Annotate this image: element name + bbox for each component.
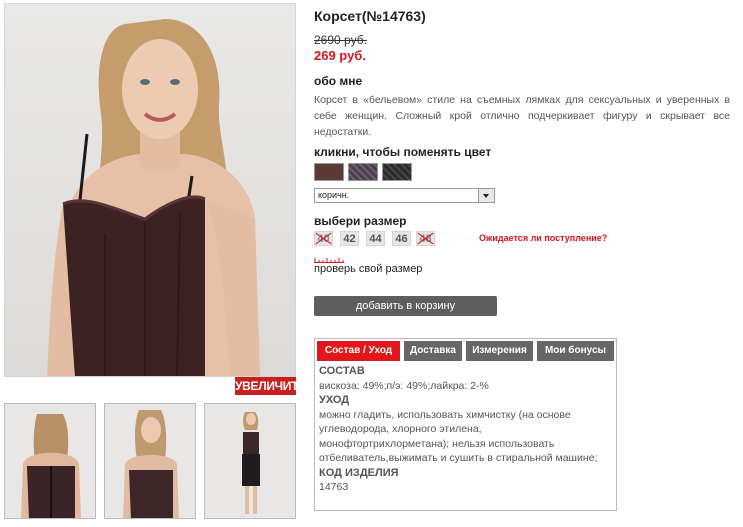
thumbnail-front-view[interactable] xyxy=(104,403,196,519)
tab-measurements[interactable]: Измерения xyxy=(466,341,533,361)
composition-heading: СОСТАВ xyxy=(319,365,365,377)
new-price: 269 руб. xyxy=(314,48,366,63)
color-heading: кликни, чтобы поменять цвет xyxy=(314,145,492,159)
composition-text: вискоза: 49%;п/э: 49%;лайкра: 2-% xyxy=(319,379,489,392)
size-option-46[interactable]: 46 xyxy=(392,231,411,246)
tab-my-bonuses[interactable]: Мои бонусы xyxy=(537,341,614,361)
product-description: Корсет в «бельевом» стиле на съемных лям… xyxy=(314,94,730,138)
size-heading: выбери размер xyxy=(314,214,407,228)
add-to-cart-button[interactable]: добавить в корзину xyxy=(314,296,497,316)
restock-inquiry-link[interactable]: Ожидается ли поступление? xyxy=(479,233,607,243)
tab-composition-care[interactable]: Состав / Уход xyxy=(317,341,400,361)
main-product-photo[interactable] xyxy=(4,3,296,377)
care-text: можно гладить, использовать химчистку (н… xyxy=(319,408,598,465)
tab-delivery[interactable]: Доставка xyxy=(404,341,462,361)
color-swatch-brown[interactable] xyxy=(314,163,344,181)
color-select-value: коричн. xyxy=(318,190,350,200)
size-option-42[interactable]: 42 xyxy=(340,231,359,246)
zoom-button[interactable]: УВЕЛИЧИТЬ xyxy=(235,377,307,395)
size-option-40: 40 xyxy=(314,231,333,246)
about-heading: обо мне xyxy=(314,74,363,88)
size-option-48: 48 xyxy=(416,231,435,246)
thumbnail-full-length-view[interactable] xyxy=(204,403,296,519)
composition-content: СОСТАВ вискоза: 49%;п/э: 49%;лайкра: 2-%… xyxy=(319,364,611,495)
thumbnail-back-view[interactable] xyxy=(4,403,96,519)
product-code-value: 14763 xyxy=(319,481,349,493)
check-size-link[interactable]: проверь свой размер xyxy=(314,263,422,275)
size-option-44[interactable]: 44 xyxy=(366,231,385,246)
color-swatch-purple-print[interactable] xyxy=(348,163,378,181)
old-price: 2690 руб. xyxy=(314,33,367,47)
care-heading: УХОД xyxy=(319,394,350,406)
chevron-down-icon[interactable] xyxy=(478,189,494,202)
product-title: Корсет(№14763) xyxy=(314,8,426,24)
product-code-heading: КОД ИЗДЕЛИЯ xyxy=(319,466,399,479)
color-swatch-black-print[interactable] xyxy=(382,163,412,181)
color-select[interactable]: коричн. xyxy=(314,188,495,203)
